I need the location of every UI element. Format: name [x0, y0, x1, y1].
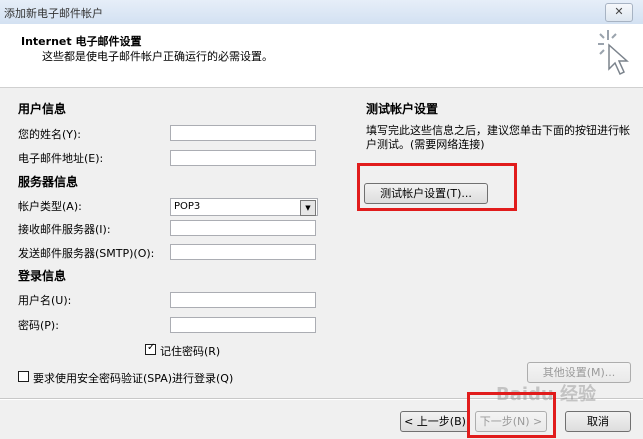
outgoing-server-label: 发送邮件服务器(SMTP)(O): [18, 247, 155, 260]
cancel-button[interactable]: 取消 [565, 411, 631, 432]
close-button[interactable]: ✕ [605, 3, 633, 22]
account-type-label: 帐户类型(A): [18, 200, 82, 213]
username-label: 用户名(U): [18, 294, 72, 307]
spa-checkbox[interactable] [18, 371, 29, 382]
test-account-button[interactable]: 测试帐户设置(T)... [364, 183, 488, 204]
login-info-heading: 登录信息 [18, 269, 67, 283]
highlight-box-next [467, 392, 556, 438]
test-settings-heading: 测试帐户设置 [366, 102, 439, 116]
spa-label[interactable]: 要求使用安全密码验证(SPA)进行登录(Q) [33, 370, 233, 386]
password-label: 密码(P): [18, 319, 59, 332]
back-button[interactable]: < 上一步(B) [400, 411, 470, 432]
account-type-value: POP3 [174, 201, 201, 212]
test-settings-description: 填写完此这些信息之后，建议您单击下面的按钮进行帐户测试。(需要网络连接) [366, 124, 630, 151]
name-label: 您的姓名(Y): [18, 128, 82, 141]
remember-password-label[interactable]: 记住密码(R) [160, 343, 220, 359]
server-info-heading: 服务器信息 [18, 175, 79, 189]
checkmark-icon: ✓ [147, 342, 156, 353]
password-input[interactable] [170, 317, 316, 333]
username-input[interactable] [170, 292, 316, 308]
outgoing-server-input[interactable] [170, 244, 316, 260]
header-subtitle: 这些都是使电子邮件帐户正确运行的必需设置。 [42, 50, 273, 63]
incoming-server-label: 接收邮件服务器(I): [18, 223, 111, 236]
window-title: 添加新电子邮件帐户 [4, 7, 103, 20]
remember-password-checkbox[interactable]: ✓ [145, 342, 156, 355]
header-title: Internet 电子邮件设置 [21, 35, 142, 48]
title-bar: 添加新电子邮件帐户 ✕ [0, 0, 643, 25]
email-input[interactable] [170, 150, 316, 166]
account-type-select[interactable]: POP3 ▼ [170, 198, 318, 216]
email-label: 电子邮件地址(E): [18, 152, 104, 165]
dialog-header: Internet 电子邮件设置 这些都是使电子邮件帐户正确运行的必需设置。 [0, 24, 643, 88]
user-info-heading: 用户信息 [18, 102, 67, 116]
cursor-sparkle-icon [598, 30, 629, 76]
chevron-down-icon[interactable]: ▼ [300, 200, 316, 216]
incoming-server-input[interactable] [170, 220, 316, 236]
name-input[interactable] [170, 125, 316, 141]
